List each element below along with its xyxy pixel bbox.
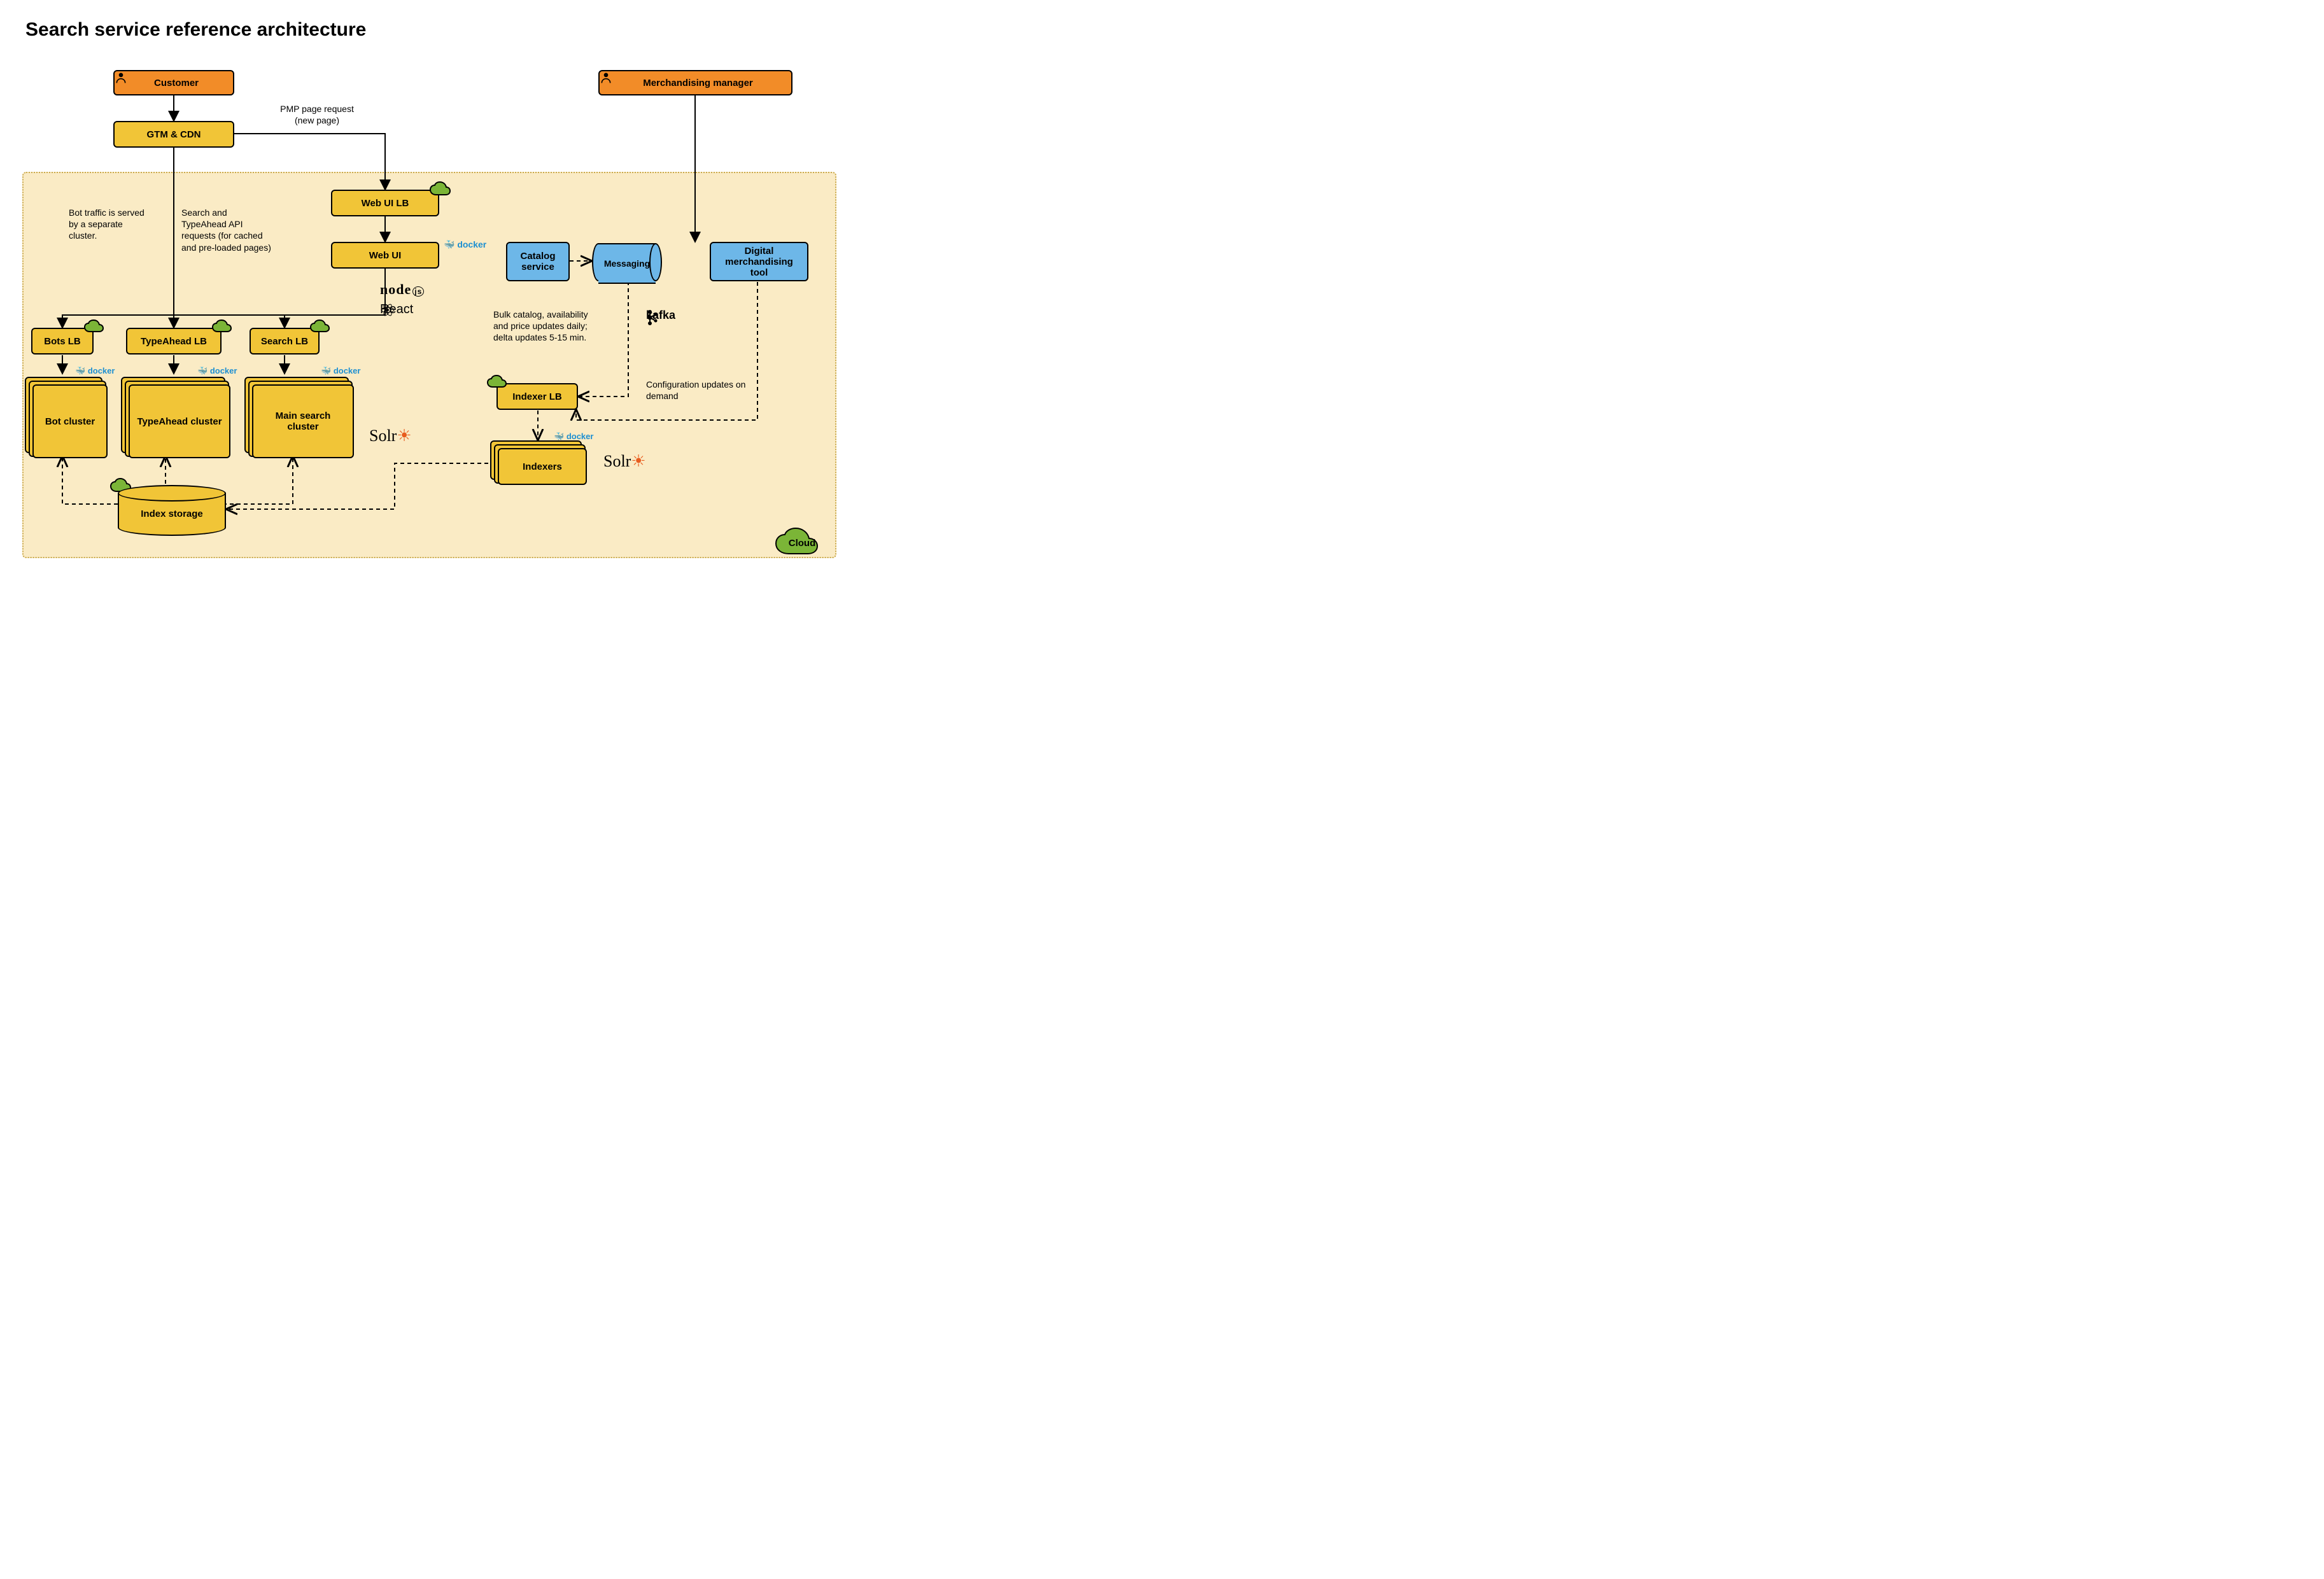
digital-merch-tool-node: Digital merchandising tool xyxy=(710,242,808,281)
bots-lb-label: Bots LB xyxy=(44,336,81,347)
index-storage-node: Index storage xyxy=(118,485,226,536)
docker-logo: 🐳 docker xyxy=(554,432,593,442)
indexer-lb-node: Indexer LB xyxy=(496,383,578,410)
messaging-node: Messaging xyxy=(592,243,662,281)
indexers-label: Indexers xyxy=(523,461,562,472)
customer-label: Customer xyxy=(154,78,199,88)
react-logo: React xyxy=(380,302,413,317)
typeahead-lb-label: TypeAhead LB xyxy=(141,336,207,347)
messaging-label: Messaging xyxy=(604,258,650,269)
nodejs-logo: nodejs xyxy=(380,281,424,298)
merch-manager-actor: Merchandising manager xyxy=(598,70,792,95)
search-api-note: Search and TypeAhead API requests (for c… xyxy=(181,207,274,253)
catalog-service-node: Catalog service xyxy=(506,242,570,281)
web-ui-label: Web UI xyxy=(369,250,402,261)
docker-logo: 🐳 docker xyxy=(197,366,237,376)
pmp-note: PMP page request(new page) xyxy=(266,103,368,126)
web-ui-node: Web UI xyxy=(331,242,439,269)
config-note: Configuration updates on demand xyxy=(646,379,748,402)
bot-traffic-note: Bot traffic is served by a separate clus… xyxy=(69,207,145,242)
bot-cluster-node: Bot cluster xyxy=(32,384,108,458)
bot-cluster-label: Bot cluster xyxy=(45,416,95,427)
web-ui-lb-label: Web UI LB xyxy=(362,198,409,209)
gtm-cdn-node: GTM & CDN xyxy=(113,121,234,148)
index-storage-label: Index storage xyxy=(141,509,203,519)
docker-logo: 🐳 docker xyxy=(321,366,360,376)
docker-logo: 🐳 docker xyxy=(75,366,115,376)
indexer-lb-label: Indexer LB xyxy=(512,391,562,402)
main-search-cluster-node: Main search cluster xyxy=(252,384,354,458)
typeahead-cluster-label: TypeAhead cluster xyxy=(137,416,222,427)
kafka-logo: kafka xyxy=(646,309,675,322)
catalog-service-label: Catalog service xyxy=(512,251,563,272)
digital-merch-tool-label: Digital merchandising tool xyxy=(716,246,802,278)
gtm-cdn-label: GTM & CDN xyxy=(147,129,201,140)
diagram-title: Search service reference architecture xyxy=(25,19,366,41)
bots-lb-node: Bots LB xyxy=(31,328,94,354)
solr-logo: Solr☀ xyxy=(369,426,412,446)
solr-logo: Solr☀ xyxy=(603,452,646,471)
indexers-node: Indexers xyxy=(498,448,587,485)
search-lb-node: Search LB xyxy=(250,328,320,354)
typeahead-lb-node: TypeAhead LB xyxy=(126,328,222,354)
main-search-cluster-label: Main search cluster xyxy=(258,411,348,432)
merch-manager-label: Merchandising manager xyxy=(643,78,753,88)
typeahead-cluster-node: TypeAhead cluster xyxy=(129,384,230,458)
bulk-note: Bulk catalog, availability and price upd… xyxy=(493,309,602,344)
web-ui-lb-node: Web UI LB xyxy=(331,190,439,216)
search-lb-label: Search LB xyxy=(261,336,308,347)
customer-actor: Customer xyxy=(113,70,234,95)
docker-logo: 🐳 docker xyxy=(444,239,486,250)
